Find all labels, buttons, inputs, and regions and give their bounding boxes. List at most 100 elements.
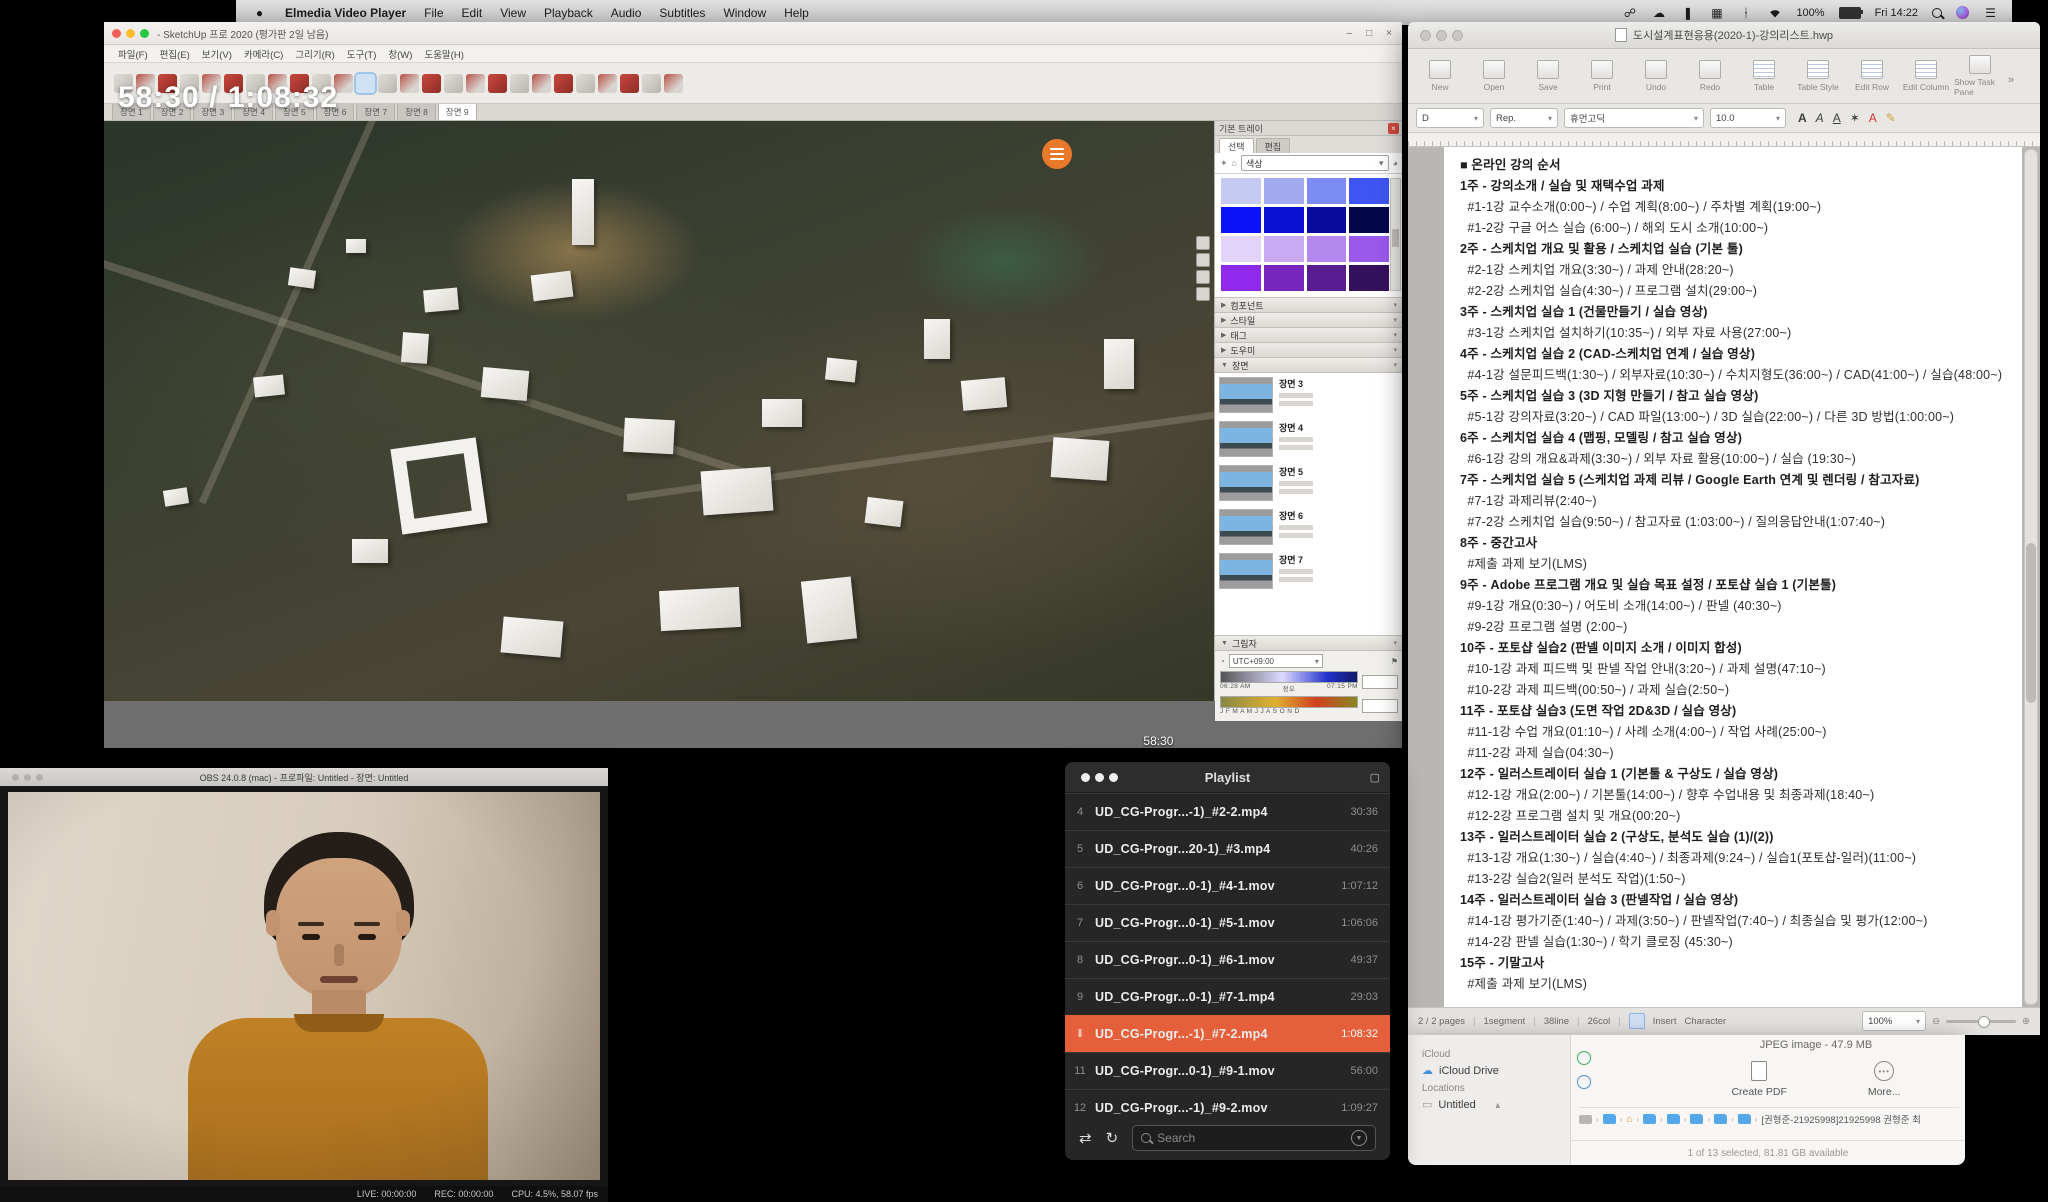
color-swatch[interactable] xyxy=(1264,207,1304,233)
playlist-row[interactable]: 7 UD_CG-Progr...0-1)_#5-1.mov 1:06:06 xyxy=(1065,904,1390,941)
menu-item[interactable]: Help xyxy=(784,6,809,20)
minimize-button[interactable] xyxy=(126,29,135,38)
scene-list-item[interactable]: 장면 4 xyxy=(1219,421,1389,457)
hwp-toolbar-button[interactable]: Show Task Pane xyxy=(1954,55,2006,97)
color-swatch[interactable] xyxy=(1307,207,1347,233)
time-field[interactable] xyxy=(1362,675,1398,689)
tray-section-header[interactable]: ▶태그▾ xyxy=(1215,328,1402,343)
viewport-mini-toolbar[interactable] xyxy=(1196,236,1210,301)
sketchup-menu-item[interactable]: 도움말(H) xyxy=(424,47,463,61)
hwp-toolbar-button[interactable]: Edit Row xyxy=(1846,60,1898,92)
toolbar-icon[interactable] xyxy=(620,74,639,93)
tray-tab[interactable]: 편집 xyxy=(1256,138,1291,153)
hwp-traffic-lights[interactable] xyxy=(1412,30,1471,41)
scenes-section-header[interactable]: ▼장면▾ xyxy=(1215,358,1402,373)
menu-item[interactable]: Subtitles xyxy=(659,6,705,20)
scene-thumbnail[interactable] xyxy=(1219,421,1273,457)
wifi-icon[interactable] xyxy=(1767,5,1782,20)
traffic-lights[interactable] xyxy=(104,29,157,38)
color-swatch[interactable] xyxy=(1221,207,1261,233)
playlist-row[interactable]: 6 UD_CG-Progr...0-1)_#4-1.mov 1:07:12 xyxy=(1065,867,1390,904)
hwp-toolbar-button[interactable]: New xyxy=(1414,60,1466,92)
toolbar-icon[interactable] xyxy=(642,74,661,93)
shuffle-icon[interactable]: ⇄ xyxy=(1079,1129,1092,1147)
paint-icon[interactable]: ◕ xyxy=(1393,158,1398,168)
menu-item[interactable]: File xyxy=(424,6,443,20)
playlist-row[interactable]: 8 UD_CG-Progr...0-1)_#6-1.mov 49:37 xyxy=(1065,941,1390,978)
window-control-button[interactable]: × xyxy=(1386,28,1392,39)
toolbar-icon[interactable] xyxy=(466,74,485,93)
italic-button[interactable]: A xyxy=(1816,111,1824,125)
app-menu-name[interactable]: Elmedia Video Player xyxy=(285,6,406,20)
toolbar-icon[interactable] xyxy=(598,74,617,93)
repeat-icon[interactable]: ↻ xyxy=(1106,1129,1119,1147)
font-combo[interactable]: 휴먼고딕 xyxy=(1564,108,1704,128)
color-swatch[interactable] xyxy=(1264,236,1304,262)
tray-section-header[interactable]: ▶컴포넌트▾ xyxy=(1215,298,1402,313)
hwp-toolbar-button[interactable]: Redo xyxy=(1684,60,1736,92)
toolbar-icon[interactable] xyxy=(488,74,507,93)
color-swatch[interactable] xyxy=(1221,236,1261,262)
menu-clock[interactable]: Fri 14:22 xyxy=(1875,7,1918,19)
hwp-toolbar-button[interactable]: Save xyxy=(1522,60,1574,92)
tray-section-header[interactable]: ▶도우미▾ xyxy=(1215,343,1402,358)
menu-item[interactable]: Window xyxy=(723,6,766,20)
zoom-in-icon[interactable]: ⊕ xyxy=(2022,1016,2030,1027)
menu-item[interactable]: Edit xyxy=(462,6,483,20)
menu-item[interactable]: Audio xyxy=(611,6,642,20)
home-icon[interactable]: ⌂ xyxy=(1232,158,1237,168)
hwp-scrollbar[interactable] xyxy=(2024,149,2038,1005)
material-dropdown[interactable]: 색상 xyxy=(1241,155,1389,171)
bold-button[interactable]: A xyxy=(1798,111,1807,125)
date-slider[interactable] xyxy=(1220,696,1358,708)
sketchup-menu-item[interactable]: 편집(E) xyxy=(160,47,190,61)
time-slider[interactable] xyxy=(1220,671,1358,683)
scene-list-item[interactable]: 장면 5 xyxy=(1219,465,1389,501)
color-swatch[interactable] xyxy=(1349,265,1389,291)
zoom-out-icon[interactable]: ⊖ xyxy=(1932,1016,1940,1027)
webcam-preview[interactable] xyxy=(8,792,600,1180)
sketchup-menu-item[interactable]: 카메라(C) xyxy=(244,47,283,61)
bluetooth-icon[interactable]: ᛂ xyxy=(1738,5,1753,20)
font-size-combo[interactable]: 10.0 xyxy=(1710,108,1786,128)
rep-combo[interactable]: Rep. xyxy=(1490,108,1558,128)
sketchup-menu-item[interactable]: 창(W) xyxy=(388,47,412,61)
orange-menu-button[interactable] xyxy=(1042,139,1072,169)
obs-traffic-lights[interactable] xyxy=(4,774,51,781)
toolbar-icon[interactable] xyxy=(422,74,441,93)
scene-list-item[interactable]: 장면 6 xyxy=(1219,509,1389,545)
color-swatch[interactable] xyxy=(1349,178,1389,204)
scene-tab[interactable]: 장면 8 xyxy=(397,103,436,120)
toolbar-icon-selected[interactable] xyxy=(356,74,375,93)
breadcrumb[interactable]: › › ⌂› › › › › › [권형준-21925998]21925998 … xyxy=(1579,1107,1959,1130)
hwp-page[interactable]: ■ 온라인 강의 순서1주 - 강의소개 / 실습 및 재택수업 과제 #1-1… xyxy=(1444,147,2022,1007)
insert-mode-box[interactable] xyxy=(1629,1013,1645,1029)
scene-thumbnail[interactable] xyxy=(1219,465,1273,501)
sidebar-item-untitled[interactable]: ▭ Untitled ▴ xyxy=(1422,1098,1570,1111)
scene-tab[interactable]: 장면 9 xyxy=(438,103,477,120)
toolbar-icon[interactable] xyxy=(510,74,529,93)
hwp-toolbar-button[interactable]: Edit Column xyxy=(1900,60,1952,92)
more-button[interactable]: ••• More... xyxy=(1868,1061,1901,1098)
search-filter-icon[interactable]: ▼ xyxy=(1351,1130,1367,1146)
toolbar-icon[interactable] xyxy=(444,74,463,93)
scene-thumbnail[interactable] xyxy=(1219,509,1273,545)
color-swatch[interactable] xyxy=(1307,265,1347,291)
sidebar-item-icloud-drive[interactable]: ☁ iCloud Drive xyxy=(1422,1064,1570,1077)
close-button[interactable] xyxy=(112,29,121,38)
date-field[interactable] xyxy=(1362,699,1398,713)
toolbar-icon[interactable] xyxy=(576,74,595,93)
playlist-row[interactable]: 4 UD_CG-Progr...-1)_#2-2.mp4 30:36 xyxy=(1065,793,1390,830)
color-swatch[interactable] xyxy=(1349,207,1389,233)
playlist-search-box[interactable]: Search ▼ xyxy=(1132,1125,1376,1151)
create-pdf-button[interactable]: Create PDF xyxy=(1731,1061,1786,1098)
menu-item[interactable]: Playback xyxy=(544,6,593,20)
playlist-detach-icon[interactable]: ▢ xyxy=(1370,771,1380,784)
color-swatch[interactable] xyxy=(1264,265,1304,291)
playlist-row[interactable]: ‖ UD_CG-Progr...-1)_#7-2.mp4 1:08:32 xyxy=(1065,1015,1390,1052)
zoom-button[interactable] xyxy=(140,29,149,38)
apple-menu-icon[interactable]: ● xyxy=(252,5,267,20)
obs-status-icon[interactable]: ☍ xyxy=(1622,5,1637,20)
window-control-button[interactable]: – xyxy=(1347,28,1353,39)
color-swatch[interactable] xyxy=(1307,236,1347,262)
